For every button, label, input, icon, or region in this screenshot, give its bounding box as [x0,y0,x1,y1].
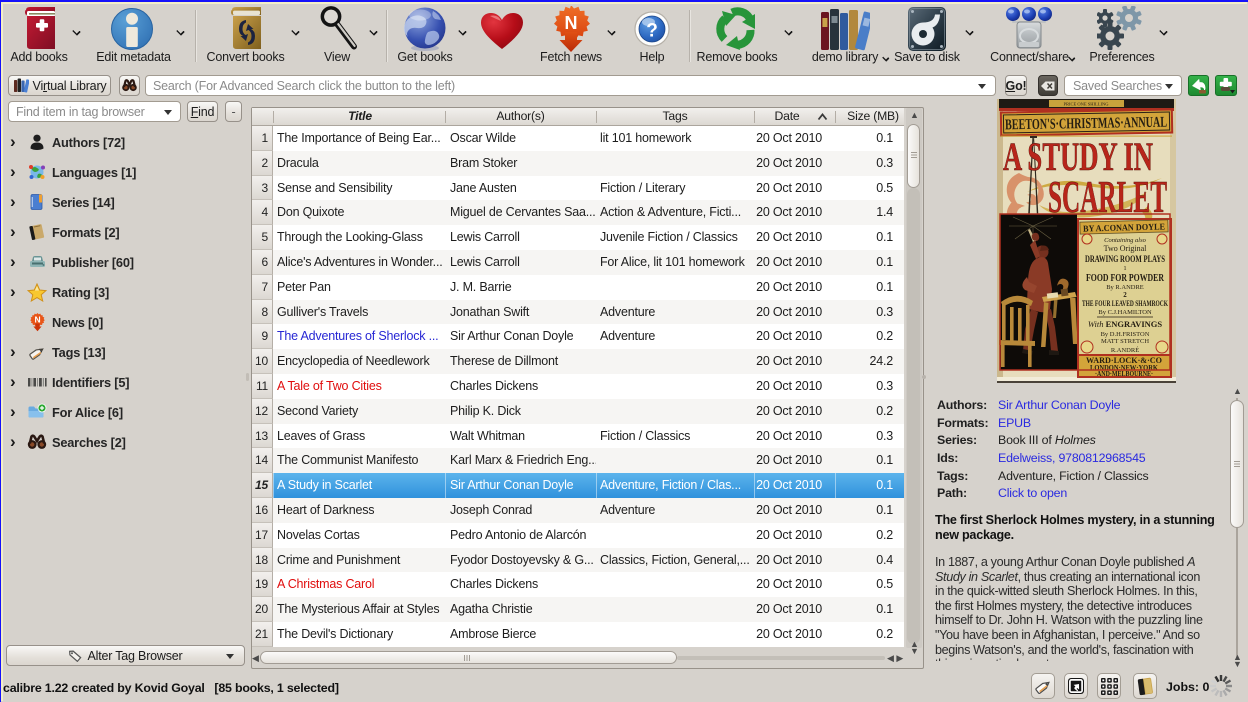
svg-text:PRICE ONE SHILLING: PRICE ONE SHILLING [1064,102,1110,107]
svg-text:Containing also: Containing also [1104,237,1146,244]
svg-text:BEETON'S·CHRISTMAS·ANNUAL: BEETON'S·CHRISTMAS·ANNUAL [1005,115,1167,134]
svg-text:?: ? [646,21,658,42]
svg-text:Two Original: Two Original [1104,244,1148,253]
svg-text:1: 1 [1123,265,1126,272]
svg-text:·AND·MELBOURNE·: ·AND·MELBOURNE· [1095,371,1153,378]
svg-text:By R.ANDRE: By R.ANDRE [1106,284,1144,291]
svg-text:R.ANDRÉ: R.ANDRÉ [1111,346,1139,354]
svg-text:N: N [34,314,40,324]
svg-text:DRAWING ROOM PLAYS: DRAWING ROOM PLAYS [1085,255,1165,265]
svg-text:MATT STRETCH: MATT STRETCH [1101,338,1149,345]
svg-text:FOOD FOR POWDER: FOOD FOR POWDER [1086,273,1165,284]
svg-text:By D.H.FRISTON: By D.H.FRISTON [1101,331,1150,338]
svg-text:2: 2 [1123,291,1127,299]
svg-text:By C.J.HAMILTON: By C.J.HAMILTON [1098,309,1152,316]
svg-text:THE FOUR LEAVED SHAMROCK: THE FOUR LEAVED SHAMROCK [1082,299,1169,308]
svg-text:WARD·LOCK·&·CO: WARD·LOCK·&·CO [1086,355,1162,365]
svg-text:With ENGRAVINGS: With ENGRAVINGS [1088,319,1163,329]
svg-text:N: N [565,13,578,33]
